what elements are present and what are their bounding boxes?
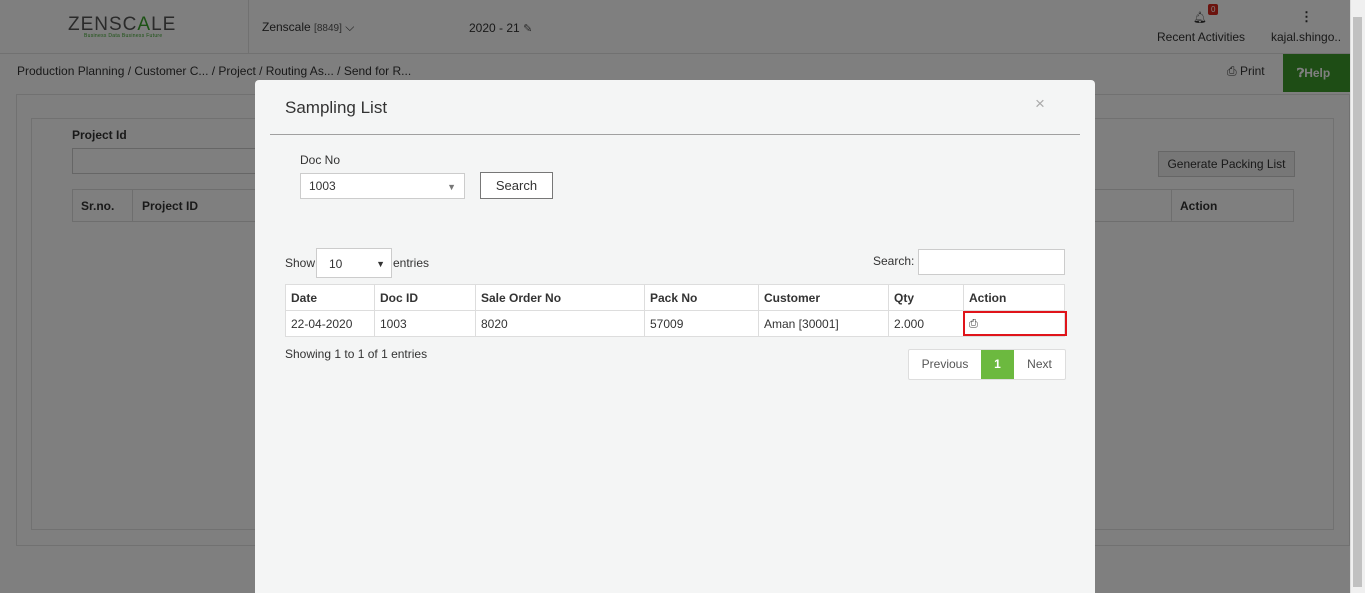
table-search-input[interactable] — [918, 249, 1065, 275]
modal-divider — [270, 134, 1080, 135]
entries-per-page-select[interactable]: 10 ▼ — [316, 248, 392, 278]
sampling-list-modal: Sampling List × Doc No 1003 ▼ Search Sho… — [255, 80, 1095, 593]
search-button[interactable]: Search — [480, 172, 553, 199]
page-1-button[interactable]: 1 — [981, 350, 1014, 379]
entries-label: entries — [393, 256, 430, 270]
modal-title: Sampling List — [285, 98, 388, 117]
cell-customer: Aman [30001] — [758, 310, 889, 337]
previous-page-button[interactable]: Previous — [909, 350, 981, 379]
table-row: 22-04-2020 1003 8020 57009 Aman [30001] … — [285, 310, 1065, 337]
th-date[interactable]: Date — [285, 284, 375, 311]
table-search-label: Search: — [873, 254, 915, 268]
table-header-row: Date Doc ID Sale Order No Pack No Custom… — [285, 284, 1065, 311]
th-customer[interactable]: Customer — [758, 284, 889, 311]
entries-per-page-value: 10 — [329, 257, 343, 271]
th-sale-order-no[interactable]: Sale Order No — [475, 284, 645, 311]
table-info: Showing 1 to 1 of 1 entries — [285, 347, 428, 361]
th-doc-id[interactable]: Doc ID — [374, 284, 476, 311]
caret-down-icon: ▼ — [447, 182, 456, 192]
th-action[interactable]: Action — [963, 284, 1065, 311]
cell-doc-id: 1003 — [374, 310, 476, 337]
action-highlight-box — [963, 311, 1067, 336]
pagination: Previous 1 Next — [908, 349, 1066, 380]
cell-date: 22-04-2020 — [285, 310, 375, 337]
caret-down-icon: ▼ — [376, 259, 385, 269]
cell-pack-no: 57009 — [644, 310, 759, 337]
scrollbar-thumb[interactable] — [1353, 17, 1362, 587]
sampling-table: Date Doc ID Sale Order No Pack No Custom… — [285, 284, 1065, 337]
close-icon[interactable]: × — [1035, 94, 1045, 114]
doc-no-select[interactable]: 1003 ▼ — [300, 173, 465, 199]
next-page-button[interactable]: Next — [1014, 350, 1065, 379]
cell-sale-order-no: 8020 — [475, 310, 645, 337]
doc-no-value: 1003 — [309, 179, 336, 193]
th-pack-no[interactable]: Pack No — [644, 284, 759, 311]
show-label: Show — [285, 256, 316, 270]
cell-qty: 2.000 — [888, 310, 964, 337]
th-qty[interactable]: Qty — [888, 284, 964, 311]
doc-no-label: Doc No — [300, 153, 341, 167]
